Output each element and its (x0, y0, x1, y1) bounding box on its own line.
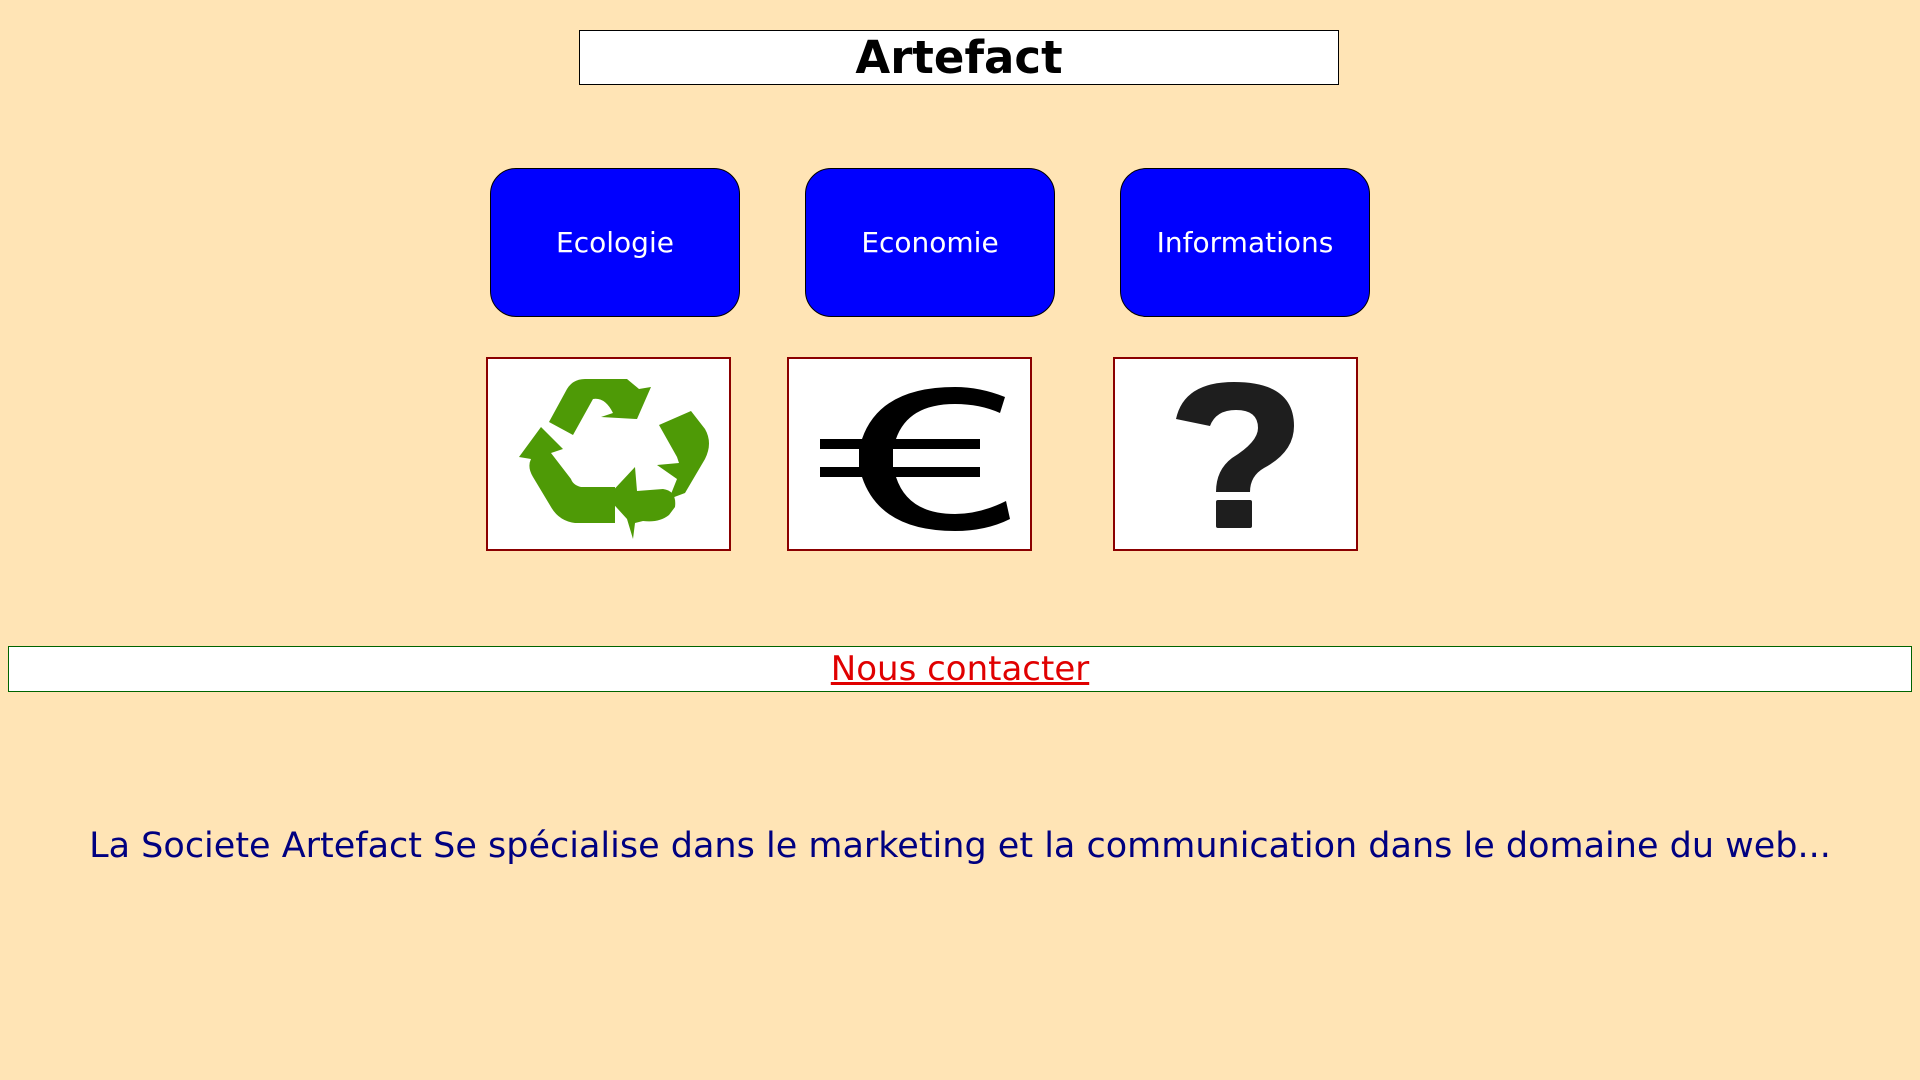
euro-icon (819, 387, 1010, 531)
informations-button[interactable]: Informations (1120, 168, 1370, 317)
contact-link[interactable]: Nous contacter (831, 649, 1089, 689)
company-description: La Societe Artefact Se spécialise dans l… (89, 826, 1831, 866)
recycle-icon (518, 378, 709, 539)
page-title-box: Artefact (579, 30, 1339, 85)
informations-image-link[interactable] (1113, 357, 1358, 551)
contact-bar: Nous contacter (8, 646, 1912, 692)
question-mark-icon (1175, 382, 1294, 528)
ecologie-image-link[interactable] (486, 357, 731, 551)
page-title: Artefact (855, 31, 1063, 84)
economie-image-link[interactable] (787, 357, 1032, 551)
ecologie-button[interactable]: Ecologie (490, 168, 740, 317)
economie-button[interactable]: Economie (805, 168, 1055, 317)
